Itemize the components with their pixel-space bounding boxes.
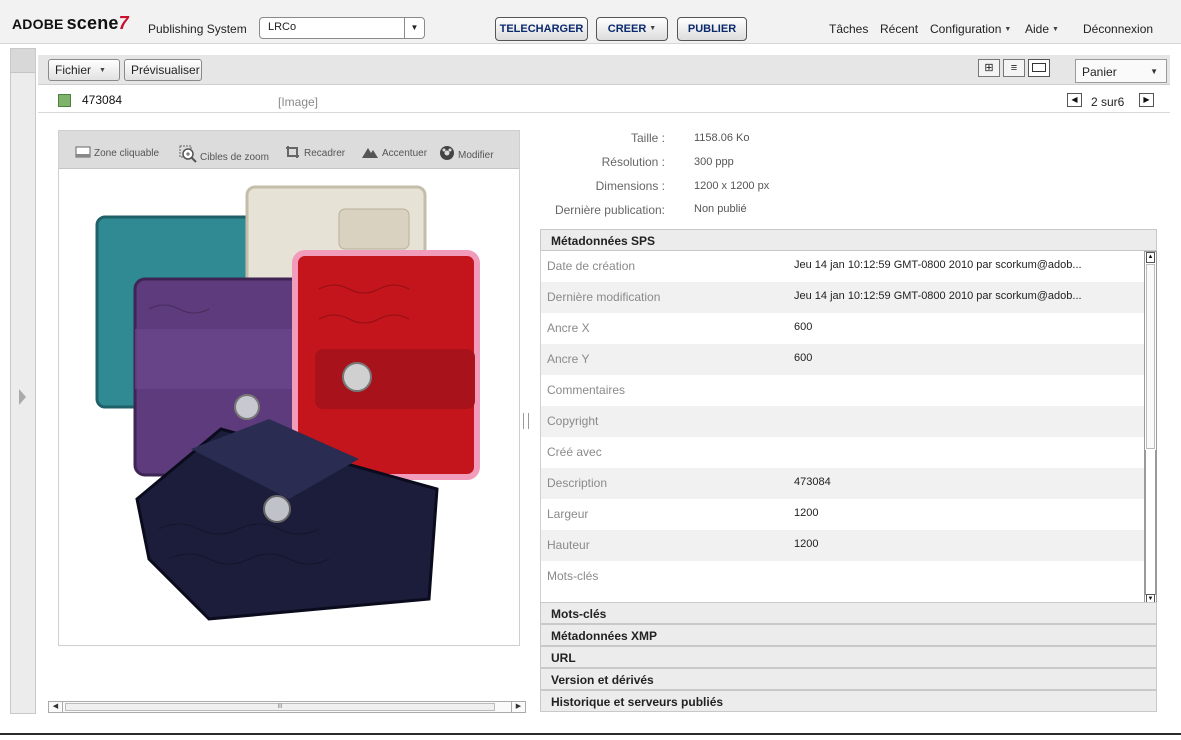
size-value: 1158.06 Ko — [694, 132, 750, 144]
left-panel-header — [11, 49, 35, 73]
system-name: Publishing System — [148, 22, 247, 36]
preview-toolbar: Zone cliquable Cibles de zoom Recadrer A… — [59, 131, 519, 169]
menu-configuration[interactable]: Configuration ▼ — [930, 22, 1011, 36]
metadata-sps-header[interactable]: Métadonnées SPS — [540, 229, 1157, 251]
previsualiser-button[interactable]: Prévisualiser — [124, 59, 202, 81]
grid-view-icon[interactable]: ⊞ — [978, 59, 1000, 77]
logout-link[interactable]: Déconnexion — [1083, 22, 1153, 36]
scroll-left-icon[interactable]: ◀ — [49, 702, 63, 712]
chevron-down-icon: ▼ — [1150, 67, 1158, 76]
accentuer-tool[interactable]: Accentuer — [361, 145, 427, 162]
detail-view-icon[interactable] — [1028, 59, 1050, 77]
recadrer-tool[interactable]: Recadrer — [285, 145, 345, 162]
cibles-de-zoom-tool[interactable]: Cibles de zoom — [179, 145, 269, 166]
toolbar: Fichier ▼ Prévisualiser ⊞ ≡ Panier ▼ — [38, 55, 1170, 85]
sharpen-icon — [361, 145, 379, 162]
size-label: Taille : — [630, 131, 665, 145]
section-mots-cles[interactable]: Mots-clés — [540, 602, 1157, 624]
menu-aide[interactable]: Aide ▼ — [1025, 22, 1059, 36]
metadata-vertical-scrollbar[interactable]: ▲ ▼ — [1144, 251, 1157, 606]
previous-asset-button[interactable]: ◀ — [1067, 93, 1082, 107]
scroll-right-icon[interactable]: ▶ — [511, 702, 525, 712]
table-row: Créé avec — [547, 445, 602, 459]
preview-horizontal-scrollbar[interactable]: ◀ III ▶ — [48, 701, 526, 713]
chevron-down-icon: ▼ — [649, 25, 657, 32]
next-asset-button[interactable]: ▶ — [1139, 93, 1154, 107]
menu-taches[interactable]: Tâches — [829, 22, 868, 36]
list-view-icon[interactable]: ≡ — [1003, 59, 1025, 77]
asset-status-icon — [58, 94, 71, 107]
hotspot-zone-icon — [75, 145, 91, 162]
product-image — [59, 169, 519, 645]
dimensions-label: Dimensions : — [595, 179, 665, 193]
table-row: Copyright — [541, 406, 1144, 437]
section-historique-serveurs[interactable]: Historique et serveurs publiés — [540, 690, 1157, 712]
section-metadonnees-xmp[interactable]: Métadonnées XMP — [540, 624, 1157, 646]
table-row: Ancre Y 600 — [541, 344, 1144, 375]
chevron-down-icon: ▼ — [99, 67, 106, 74]
cart-select[interactable]: Panier ▼ — [1075, 59, 1167, 83]
adobe-scene7-logo: ADOBE scene7 — [12, 13, 129, 33]
left-collapsed-panel — [10, 48, 36, 714]
section-version-derives[interactable]: Version et dérivés — [540, 668, 1157, 690]
asset-header: 473084 [Image] ◀ 2 sur6 ▶ — [38, 87, 1170, 113]
bottom-border — [0, 733, 1181, 735]
modifier-tool[interactable]: Modifier — [439, 145, 494, 164]
asset-pagination: 2 sur6 — [1091, 95, 1125, 109]
company-value: LRCo — [268, 21, 297, 33]
edit-icon — [439, 145, 455, 164]
zoom-target-icon — [179, 145, 197, 166]
resolution-label: Résolution : — [601, 155, 665, 169]
metadata-panel: Métadonnées SPS Date de création Jeu 14 … — [540, 229, 1157, 714]
table-row: Hauteur 1200 — [541, 530, 1144, 561]
publier-button[interactable]: PUBLIER — [677, 17, 747, 41]
scrollbar-thumb[interactable] — [1146, 264, 1155, 449]
table-row: Dernière modification Jeu 14 jan 10:12:5… — [541, 282, 1144, 313]
menu-recent[interactable]: Récent — [880, 22, 918, 36]
section-url[interactable]: URL — [540, 646, 1157, 668]
top-bar: ADOBE scene7 Publishing System LRCo ▼ TEL… — [0, 0, 1181, 44]
asset-id: 473084 — [82, 93, 123, 107]
telecharger-button[interactable]: TELECHARGER — [495, 17, 588, 41]
panel-splitter-handle[interactable] — [523, 413, 529, 429]
zone-cliquable-tool[interactable]: Zone cliquable — [75, 145, 159, 162]
table-row: Largeur 1200 — [547, 507, 819, 521]
last-publication-value: Non publié — [694, 203, 747, 215]
table-row: Commentaires — [547, 383, 626, 397]
chevron-down-icon: ▼ — [1052, 26, 1059, 33]
scrollbar-thumb[interactable]: III — [65, 703, 495, 711]
cart-value: Panier — [1082, 65, 1117, 79]
table-row: Date de création Jeu 14 jan 10:12:59 GMT… — [547, 259, 1082, 273]
resolution-value: 300 ppp — [694, 156, 734, 168]
metadata-table: Date de création Jeu 14 jan 10:12:59 GMT… — [540, 251, 1144, 606]
scrollbar-track[interactable] — [1145, 450, 1156, 595]
fichier-menu-button[interactable]: Fichier ▼ — [48, 59, 120, 81]
image-preview-panel: Zone cliquable Cibles de zoom Recadrer A… — [58, 130, 520, 646]
asset-type: [Image] — [278, 95, 319, 109]
scroll-up-icon[interactable]: ▲ — [1146, 252, 1155, 263]
chevron-down-icon: ▼ — [1004, 26, 1012, 33]
table-row: Description 473084 — [541, 468, 1144, 499]
table-row: Mots-clés — [547, 569, 599, 583]
dimensions-value: 1200 x 1200 px — [694, 180, 770, 192]
table-row: Ancre X 600 — [547, 321, 813, 335]
wallets-photo — [95, 185, 480, 621]
chevron-down-icon[interactable]: ▼ — [404, 18, 424, 38]
company-select[interactable]: LRCo ▼ — [259, 17, 425, 39]
last-publication-label: Dernière publication: — [554, 203, 665, 217]
expand-panel-icon[interactable] — [19, 389, 26, 405]
creer-button[interactable]: CREER ▼ — [596, 17, 668, 41]
crop-icon — [285, 145, 301, 162]
